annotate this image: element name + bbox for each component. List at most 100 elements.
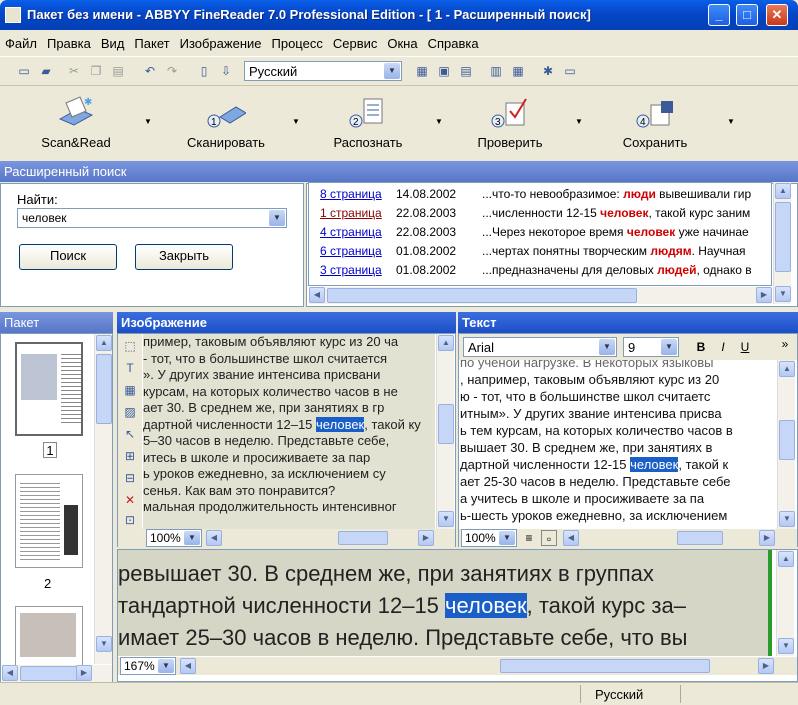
options-icon[interactable]: ✱ [540,63,556,79]
menu-image[interactable]: Изображение [175,30,267,51]
scroll-up-icon[interactable]: ▲ [778,551,794,567]
scroll-left-icon[interactable]: ◀ [180,658,196,674]
text-vscrollbar[interactable]: ▲ ▼ [777,360,795,529]
result-row[interactable]: 3 страница 01.08.2002 ...предназначены для… [320,263,752,282]
save-dropdown-icon[interactable]: ▼ [727,117,735,126]
new-icon[interactable]: ▭ [16,63,32,79]
scroll-right-icon[interactable]: ▶ [758,658,774,674]
page-view-icon[interactable]: ▫ [541,530,557,546]
menu-process[interactable]: Процесс [267,30,328,51]
view-image-icon[interactable]: ▣ [436,63,452,79]
scan-read-button[interactable]: ✱ Scan&Read [28,87,124,150]
two-pages-icon[interactable]: ▥ [488,63,504,79]
text-editor[interactable]: по ученой нагрузке. В некоторых языковы … [460,360,774,529]
cut-icon[interactable]: ✂ [66,63,82,79]
image-zoom-select[interactable]: 100% ▼ [146,529,202,547]
result-page-link[interactable]: 6 страница [320,244,382,258]
page-thumbnail[interactable] [15,474,83,568]
scroll-up-icon[interactable]: ▲ [96,335,112,351]
scroll-right-icon[interactable]: ▶ [76,665,92,681]
page-thumbnail[interactable] [15,606,83,666]
batch-hscrollbar[interactable]: ◀ ▶ [2,665,112,682]
page-icon[interactable]: ▯ [196,63,212,79]
save-button[interactable]: 4 Сохранить [602,87,708,150]
scroll-left-icon[interactable]: ◀ [2,665,18,681]
result-page-link[interactable]: 4 страница [320,225,382,239]
copy-icon[interactable]: ❐ [88,63,104,79]
scroll-thumb[interactable] [338,531,388,545]
italic-icon[interactable]: I [715,339,731,355]
font-select[interactable]: Arial ▼ [463,337,617,357]
scroll-thumb[interactable] [327,288,637,303]
view-layout-icon[interactable]: ▦ [414,63,430,79]
image-view[interactable]: примeр, таковым объявляют курс из 20 ча … [143,334,435,529]
scroll-left-icon[interactable]: ◀ [563,530,579,546]
toolbar-overflow-icon[interactable]: » [777,336,793,352]
minimize-button[interactable]: _ [708,4,730,26]
result-row[interactable]: 8 страница 14.08.2002 ...что-то невообрази… [320,187,751,206]
result-page-link[interactable]: 3 страница [320,263,382,277]
add-area-icon[interactable]: ⊞ [122,448,138,464]
search-input[interactable]: человек ▼ [17,208,287,228]
menu-batch[interactable]: Пакет [129,30,174,51]
scroll-down-icon[interactable]: ▼ [775,286,791,302]
scroll-thumb[interactable] [779,420,795,460]
scroll-thumb[interactable] [96,354,112,424]
paste-icon[interactable]: ▤ [110,63,126,79]
scroll-down-icon[interactable]: ▼ [779,511,795,527]
scan-dropdown-icon[interactable]: ▼ [292,117,300,126]
delete-area-icon[interactable]: ✕ [122,492,138,508]
scroll-down-icon[interactable]: ▼ [96,636,112,652]
result-row[interactable]: 4 страница 22.08.2003 ...Через некоторое в… [320,225,749,244]
menu-help[interactable]: Справка [423,30,484,51]
check-button[interactable]: 3 Проверить [460,87,560,150]
scroll-thumb[interactable] [500,659,710,673]
scroll-right-icon[interactable]: ▶ [418,530,434,546]
result-page-link[interactable]: 8 страница [320,187,382,201]
redo-icon[interactable]: ↷ [164,63,180,79]
recognize-dropdown-icon[interactable]: ▼ [435,117,443,126]
pointer-icon[interactable]: ↖ [122,426,138,442]
zoom-vscrollbar[interactable]: ▲ ▼ [776,550,794,656]
select-area-icon[interactable]: ⬚ [122,338,138,354]
order-area-icon[interactable]: ⊡ [122,512,138,528]
scroll-up-icon[interactable]: ▲ [779,361,795,377]
book-icon[interactable]: ▭ [562,63,578,79]
underline-icon[interactable]: U [737,339,753,355]
search-button[interactable]: Поиск [19,244,117,270]
undo-icon[interactable]: ↶ [142,63,158,79]
language-select[interactable]: Русский ▼ [244,61,402,81]
check-dropdown-icon[interactable]: ▼ [575,117,583,126]
text-zoom-select[interactable]: 100% ▼ [461,529,517,547]
scroll-left-icon[interactable]: ◀ [206,530,222,546]
menu-windows[interactable]: Окна [382,30,422,51]
scroll-down-icon[interactable]: ▼ [778,638,794,654]
scroll-thumb[interactable] [20,666,80,681]
menu-file[interactable]: Файл [0,30,42,51]
scroll-thumb[interactable] [677,531,723,545]
open-icon[interactable]: ▰ [38,63,54,79]
cut-area-icon[interactable]: ⊟ [122,470,138,486]
result-row[interactable]: 1 страница 22.08.2003 ...численности 12-15… [320,206,750,225]
table-area-icon[interactable]: ▦ [122,382,138,398]
scan-read-dropdown-icon[interactable]: ▼ [144,117,152,126]
results-vscrollbar[interactable]: ▲ ▼ [773,182,791,304]
plain-view-icon[interactable]: ≡ [521,530,537,546]
scroll-thumb[interactable] [775,202,791,272]
scan-button[interactable]: 1 Сканировать [172,87,280,150]
close-button[interactable]: ✕ [766,4,788,26]
bold-icon[interactable]: B [693,339,709,355]
scroll-left-icon[interactable]: ◀ [309,287,325,303]
batch-vscrollbar[interactable]: ▲ ▼ [94,334,112,664]
image-vscrollbar[interactable]: ▲ ▼ [436,334,454,529]
scroll-right-icon[interactable]: ▶ [759,530,775,546]
import-icon[interactable]: ⇩ [218,63,234,79]
recognize-button[interactable]: 2 Распознать [318,87,418,150]
menu-tools[interactable]: Сервис [328,30,383,51]
results-hscrollbar[interactable]: ◀ ▶ [309,287,772,304]
zoom-view[interactable]: ревышает 30. В среднем же, при занятиях … [118,550,768,656]
page-thumbnail[interactable] [15,342,83,436]
scroll-thumb[interactable] [438,404,454,444]
view-text-icon[interactable]: ▤ [458,63,474,79]
scroll-up-icon[interactable]: ▲ [438,335,454,351]
